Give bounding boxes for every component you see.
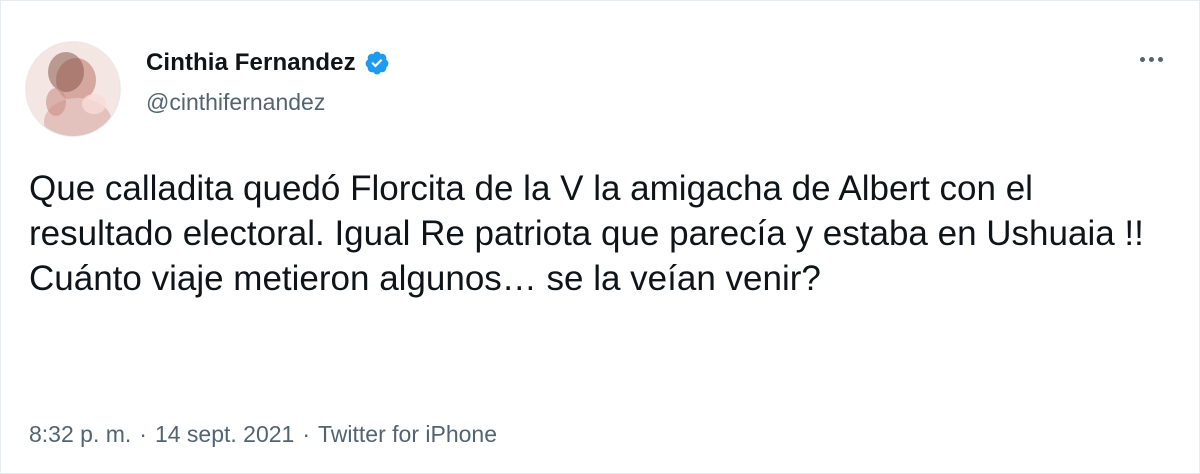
- author-handle[interactable]: @cinthifernandez: [146, 89, 325, 116]
- tweet-source[interactable]: Twitter for iPhone: [318, 421, 497, 448]
- author-display-name[interactable]: Cinthia Fernandez: [146, 49, 356, 77]
- tweet-card: Cinthia Fernandez @cinthifernandez Que c…: [0, 0, 1200, 474]
- more-dot: [1140, 57, 1145, 62]
- author-name-row: Cinthia Fernandez: [146, 49, 390, 77]
- tweet-time[interactable]: 8:32 p. m.: [29, 421, 131, 448]
- meta-separator: ·: [302, 421, 311, 447]
- more-dot: [1149, 57, 1154, 62]
- verified-badge-icon: [365, 51, 389, 75]
- tweet-text: Que calladita quedó Florcita de la V la …: [29, 169, 1144, 298]
- more-dot: [1158, 57, 1163, 62]
- more-horizontal-icon[interactable]: [1140, 57, 1163, 62]
- tweet-metadata: 8:32 p. m. · 14 sept. 2021 · Twitter for…: [29, 421, 497, 448]
- avatar[interactable]: [25, 41, 121, 137]
- meta-separator: ·: [139, 421, 147, 447]
- tweet-date[interactable]: 14 sept. 2021: [155, 421, 294, 448]
- profile-photo: [26, 42, 120, 136]
